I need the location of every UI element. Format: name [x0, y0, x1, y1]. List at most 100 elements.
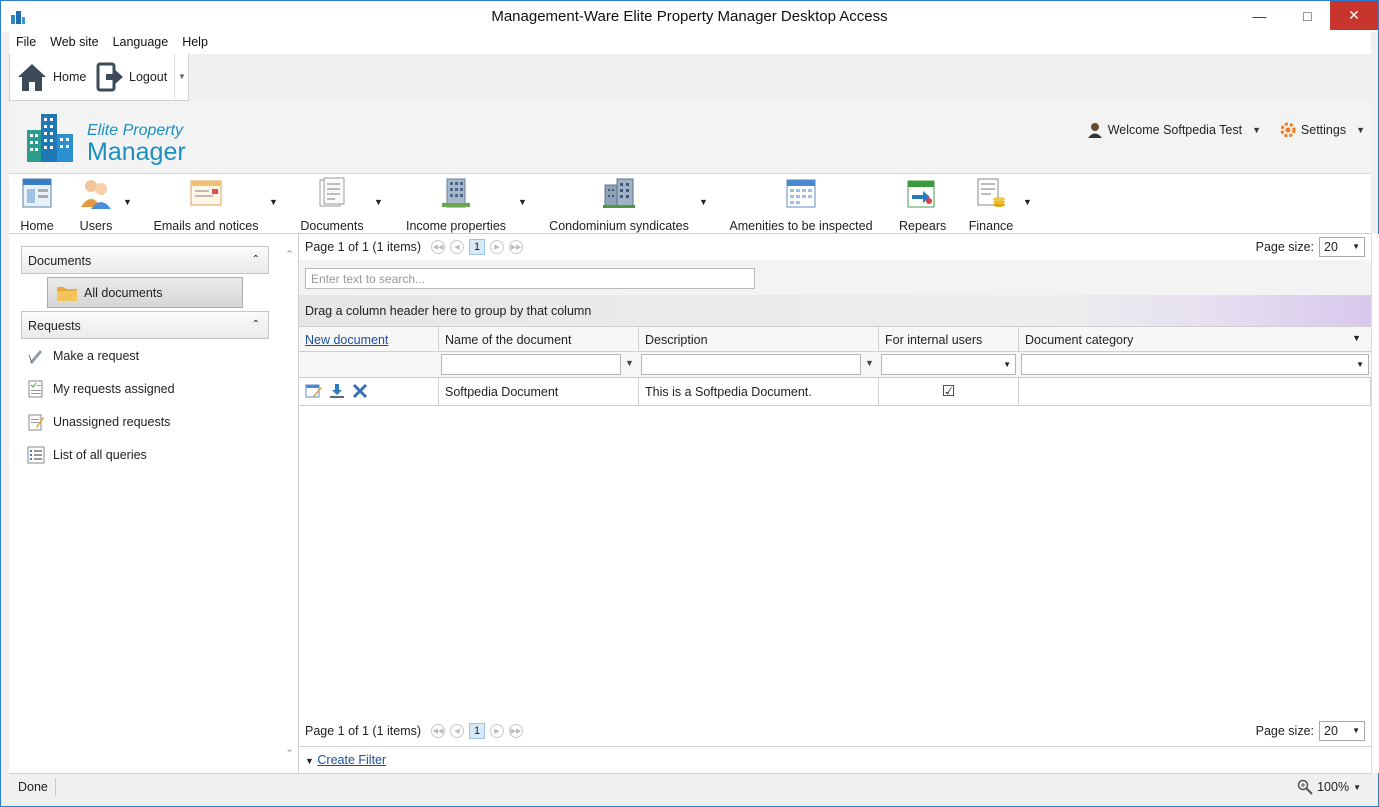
- last-page-icon[interactable]: ▶▶: [509, 724, 523, 738]
- zoom-control[interactable]: 100% ▼: [1297, 779, 1361, 795]
- note-edit-icon: [28, 414, 44, 431]
- documents-group-header[interactable]: Documents ⌃: [21, 246, 269, 274]
- nav-list-all-queries[interactable]: List of all queries: [27, 444, 147, 466]
- page-size-select[interactable]: 20 ▼: [1319, 721, 1365, 741]
- menu-file[interactable]: File: [9, 32, 43, 52]
- requests-group-header[interactable]: Requests ⌃: [21, 311, 269, 339]
- next-page-icon[interactable]: ▶: [490, 240, 504, 254]
- chevron-down-icon: ▼: [1003, 360, 1011, 369]
- download-icon[interactable]: [328, 383, 346, 399]
- close-button[interactable]: ✕: [1330, 1, 1378, 30]
- group-by-panel[interactable]: Drag a column header here to group by th…: [299, 295, 1371, 326]
- folder-icon: [57, 286, 77, 301]
- nav-make-request[interactable]: Make a request: [27, 345, 139, 367]
- gear-icon: [1280, 122, 1296, 138]
- navigation-panel: Documents ⌃ All documents Requests ⌃ Mak…: [9, 234, 299, 773]
- nav-my-requests-assigned[interactable]: My requests assigned: [27, 378, 175, 400]
- filter-bar: ▼ Create Filter: [299, 746, 1371, 773]
- condominium-icon: [603, 178, 635, 208]
- maximize-button[interactable]: □: [1285, 1, 1330, 30]
- quick-home-button[interactable]: Home: [16, 60, 86, 94]
- menu-bar: File Web site Language Help: [9, 32, 1371, 54]
- delete-icon[interactable]: [352, 383, 368, 399]
- user-icon: [1087, 123, 1102, 138]
- status-bar: Done 100% ▼: [9, 773, 1371, 800]
- first-page-icon[interactable]: ◀◀: [431, 724, 445, 738]
- nav-all-documents[interactable]: All documents: [47, 277, 243, 308]
- cell-internal-checkbox[interactable]: ☑: [879, 378, 1019, 405]
- menu-help[interactable]: Help: [175, 32, 215, 52]
- page-number-button[interactable]: 1: [469, 239, 485, 255]
- nav-unassigned-requests[interactable]: Unassigned requests: [27, 411, 170, 433]
- filter-description-input[interactable]: [641, 354, 861, 375]
- ribbon-repears-button[interactable]: Repears: [899, 177, 946, 233]
- filter-name-input[interactable]: [441, 354, 621, 375]
- documents-grid-panel: Page 1 of 1 (1 items) ◀◀ ◀ 1 ▶ ▶▶ Page s…: [299, 234, 1371, 773]
- chevron-down-icon: ▼: [1356, 360, 1364, 369]
- status-text: Done: [18, 780, 48, 794]
- filter-category-select[interactable]: ▼: [1021, 354, 1369, 375]
- ribbon-documents-button[interactable]: Documents ▼: [299, 177, 383, 233]
- home-icon: [18, 64, 46, 91]
- ribbon-finance-button[interactable]: Finance ▼: [967, 177, 1032, 233]
- users-icon: [81, 180, 111, 209]
- ribbon-amenities-button[interactable]: Amenities to be inspected: [729, 177, 873, 233]
- create-filter-link[interactable]: Create Filter: [317, 753, 386, 767]
- ribbon-emails-button[interactable]: Emails and notices ▼: [153, 177, 278, 233]
- table-row[interactable]: Softpedia Document This is a Softpedia D…: [299, 378, 1371, 406]
- chevron-down-icon: ▼: [1353, 782, 1361, 792]
- grid-search-input[interactable]: Enter text to search...: [305, 268, 755, 289]
- page-number-button[interactable]: 1: [469, 723, 485, 739]
- column-header-internal[interactable]: For internal users: [879, 327, 1019, 352]
- filter-icon[interactable]: ▼: [1352, 333, 1361, 343]
- quick-access-dropdown[interactable]: ▼: [174, 54, 188, 99]
- chevron-down-icon: ▼: [269, 197, 278, 207]
- filter-icon[interactable]: ▼: [865, 358, 874, 368]
- pager-nav: ◀◀ ◀ 1 ▶ ▶▶: [431, 723, 523, 739]
- bottom-pager: Page 1 of 1 (1 items) ◀◀ ◀ 1 ▶ ▶▶ Page s…: [299, 718, 1371, 744]
- minimize-button[interactable]: —: [1237, 1, 1282, 30]
- filter-internal-select[interactable]: ▼: [881, 354, 1016, 375]
- header-band: Elite Property Manager Welcome Softpedia…: [9, 101, 1371, 174]
- column-header-description[interactable]: Description: [639, 327, 879, 352]
- settings-menu[interactable]: Settings ▼: [1280, 122, 1365, 138]
- new-document-link[interactable]: New document: [299, 327, 439, 352]
- ribbon-condominium-button[interactable]: Condominium syndicates ▼: [549, 177, 708, 233]
- welcome-user-menu[interactable]: Welcome Softpedia Test ▼: [1087, 122, 1261, 138]
- last-page-icon[interactable]: ▶▶: [509, 240, 523, 254]
- filter-icon[interactable]: ▼: [625, 358, 634, 368]
- prev-page-icon[interactable]: ◀: [450, 240, 464, 254]
- menu-web-site[interactable]: Web site: [43, 32, 105, 52]
- prev-page-icon[interactable]: ◀: [450, 724, 464, 738]
- page-size-select[interactable]: 20 ▼: [1319, 237, 1365, 257]
- chevron-down-icon: ▼: [699, 197, 708, 207]
- pager-summary: Page 1 of 1 (1 items): [305, 240, 422, 254]
- ribbon-income-properties-button[interactable]: Income properties ▼: [404, 177, 527, 233]
- documents-icon: [319, 177, 345, 207]
- filter-icon: ▼: [305, 756, 314, 766]
- ribbon-home-button[interactable]: Home: [19, 177, 55, 233]
- quick-logout-button[interactable]: Logout: [96, 60, 167, 94]
- next-page-icon[interactable]: ▶: [490, 724, 504, 738]
- window-title: Management-Ware Elite Property Manager D…: [491, 8, 888, 25]
- chevron-down-icon: ▼: [1352, 726, 1360, 735]
- right-edge: [1371, 234, 1379, 773]
- scroll-up-icon[interactable]: ⌃: [285, 248, 294, 261]
- chevron-down-icon: ▼: [1352, 242, 1360, 251]
- email-window-icon: [190, 180, 222, 206]
- app-logo: Elite Property Manager: [25, 112, 225, 168]
- scroll-down-icon[interactable]: ⌄: [285, 742, 294, 755]
- checklist-icon: [28, 380, 43, 398]
- chevron-down-icon: ▼: [374, 197, 383, 207]
- repair-icon: [907, 180, 935, 208]
- chevron-down-icon: ▼: [123, 197, 132, 207]
- edit-icon[interactable]: [305, 383, 323, 399]
- column-header-category[interactable]: Document category ▼: [1019, 327, 1371, 352]
- column-header-name[interactable]: Name of the document: [439, 327, 639, 352]
- ribbon-users-button[interactable]: Users ▼: [75, 177, 132, 233]
- grid-header-row: New document Name of the document Descri…: [299, 326, 1371, 352]
- menu-language[interactable]: Language: [106, 32, 176, 52]
- ribbon-toolbar: Home Users ▼ Emails and notices ▼ Docume…: [9, 174, 1371, 234]
- cell-description: This is a Softpedia Document.: [639, 378, 879, 405]
- first-page-icon[interactable]: ◀◀: [431, 240, 445, 254]
